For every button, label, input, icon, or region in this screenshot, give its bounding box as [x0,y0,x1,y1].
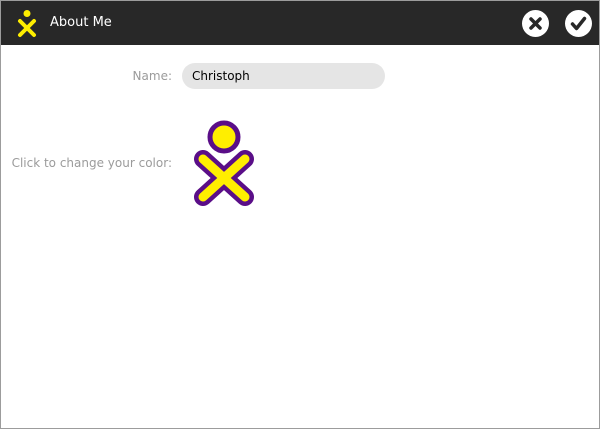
toolbar: About Me [1,1,599,45]
window-title: About Me [50,15,112,30]
cancel-icon [529,17,542,30]
xo-icon [18,10,36,37]
ok-icon [570,16,587,31]
name-label: Name: [132,69,172,83]
xo-color-icon[interactable] [193,120,257,208]
cancel-button[interactable] [522,10,549,37]
name-input[interactable] [182,63,385,89]
about-me-window: About Me Name: Click to change your colo… [0,0,600,429]
ok-button[interactable] [565,10,592,37]
color-label: Click to change your color: [11,156,172,170]
